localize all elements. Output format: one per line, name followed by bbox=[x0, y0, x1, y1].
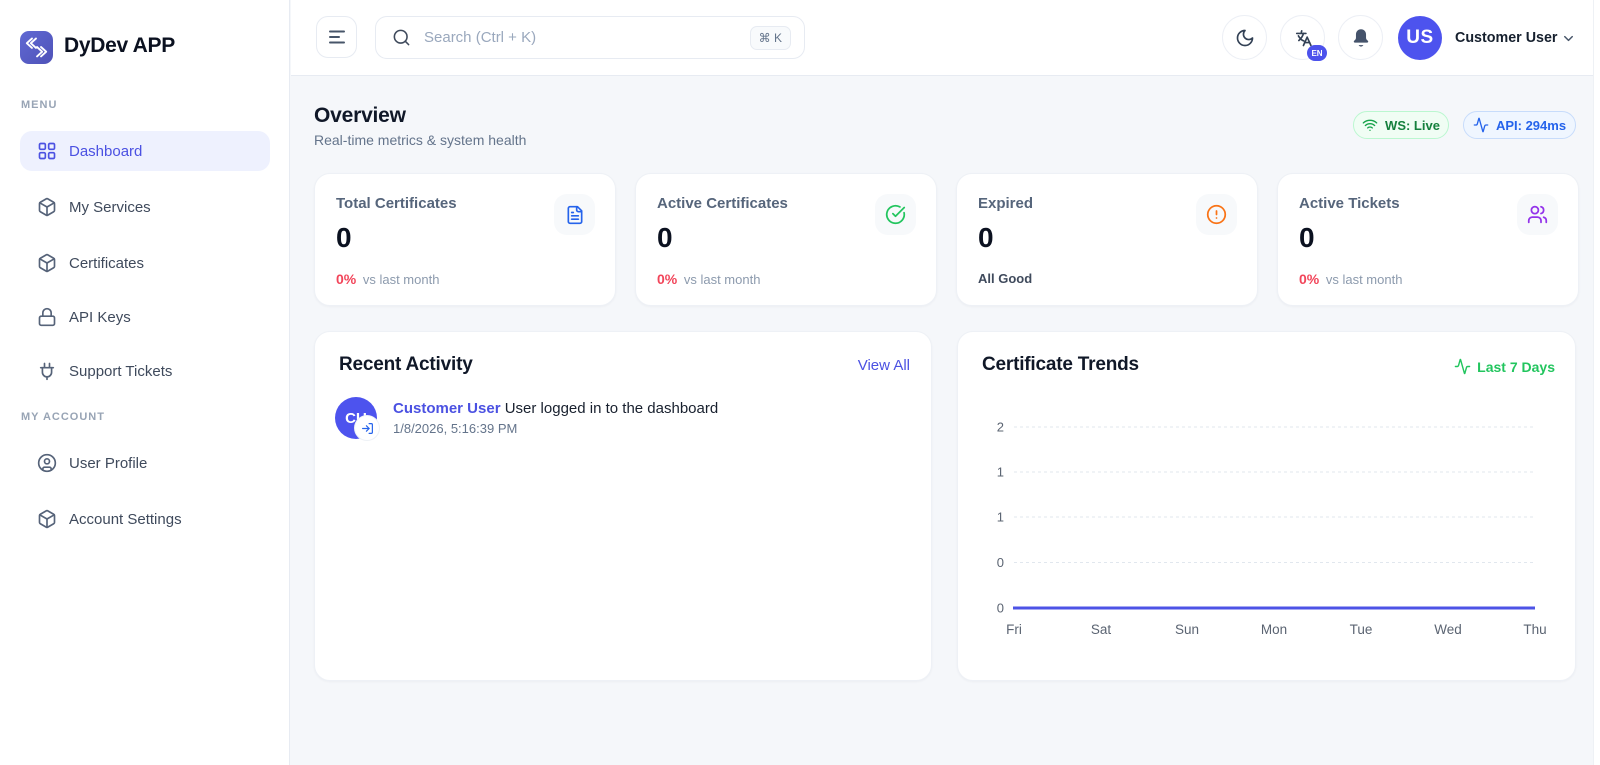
svg-text:Wed: Wed bbox=[1434, 622, 1462, 637]
svg-text:0: 0 bbox=[997, 555, 1004, 570]
svg-text:Thu: Thu bbox=[1523, 622, 1546, 637]
svg-text:Mon: Mon bbox=[1261, 622, 1287, 637]
svg-text:2: 2 bbox=[997, 420, 1004, 435]
svg-text:Tue: Tue bbox=[1350, 622, 1373, 637]
svg-text:Sun: Sun bbox=[1175, 622, 1199, 637]
svg-text:1: 1 bbox=[997, 510, 1004, 525]
svg-text:0: 0 bbox=[997, 601, 1004, 616]
svg-text:Fri: Fri bbox=[1006, 622, 1022, 637]
svg-text:1: 1 bbox=[997, 465, 1004, 480]
svg-text:Sat: Sat bbox=[1091, 622, 1112, 637]
